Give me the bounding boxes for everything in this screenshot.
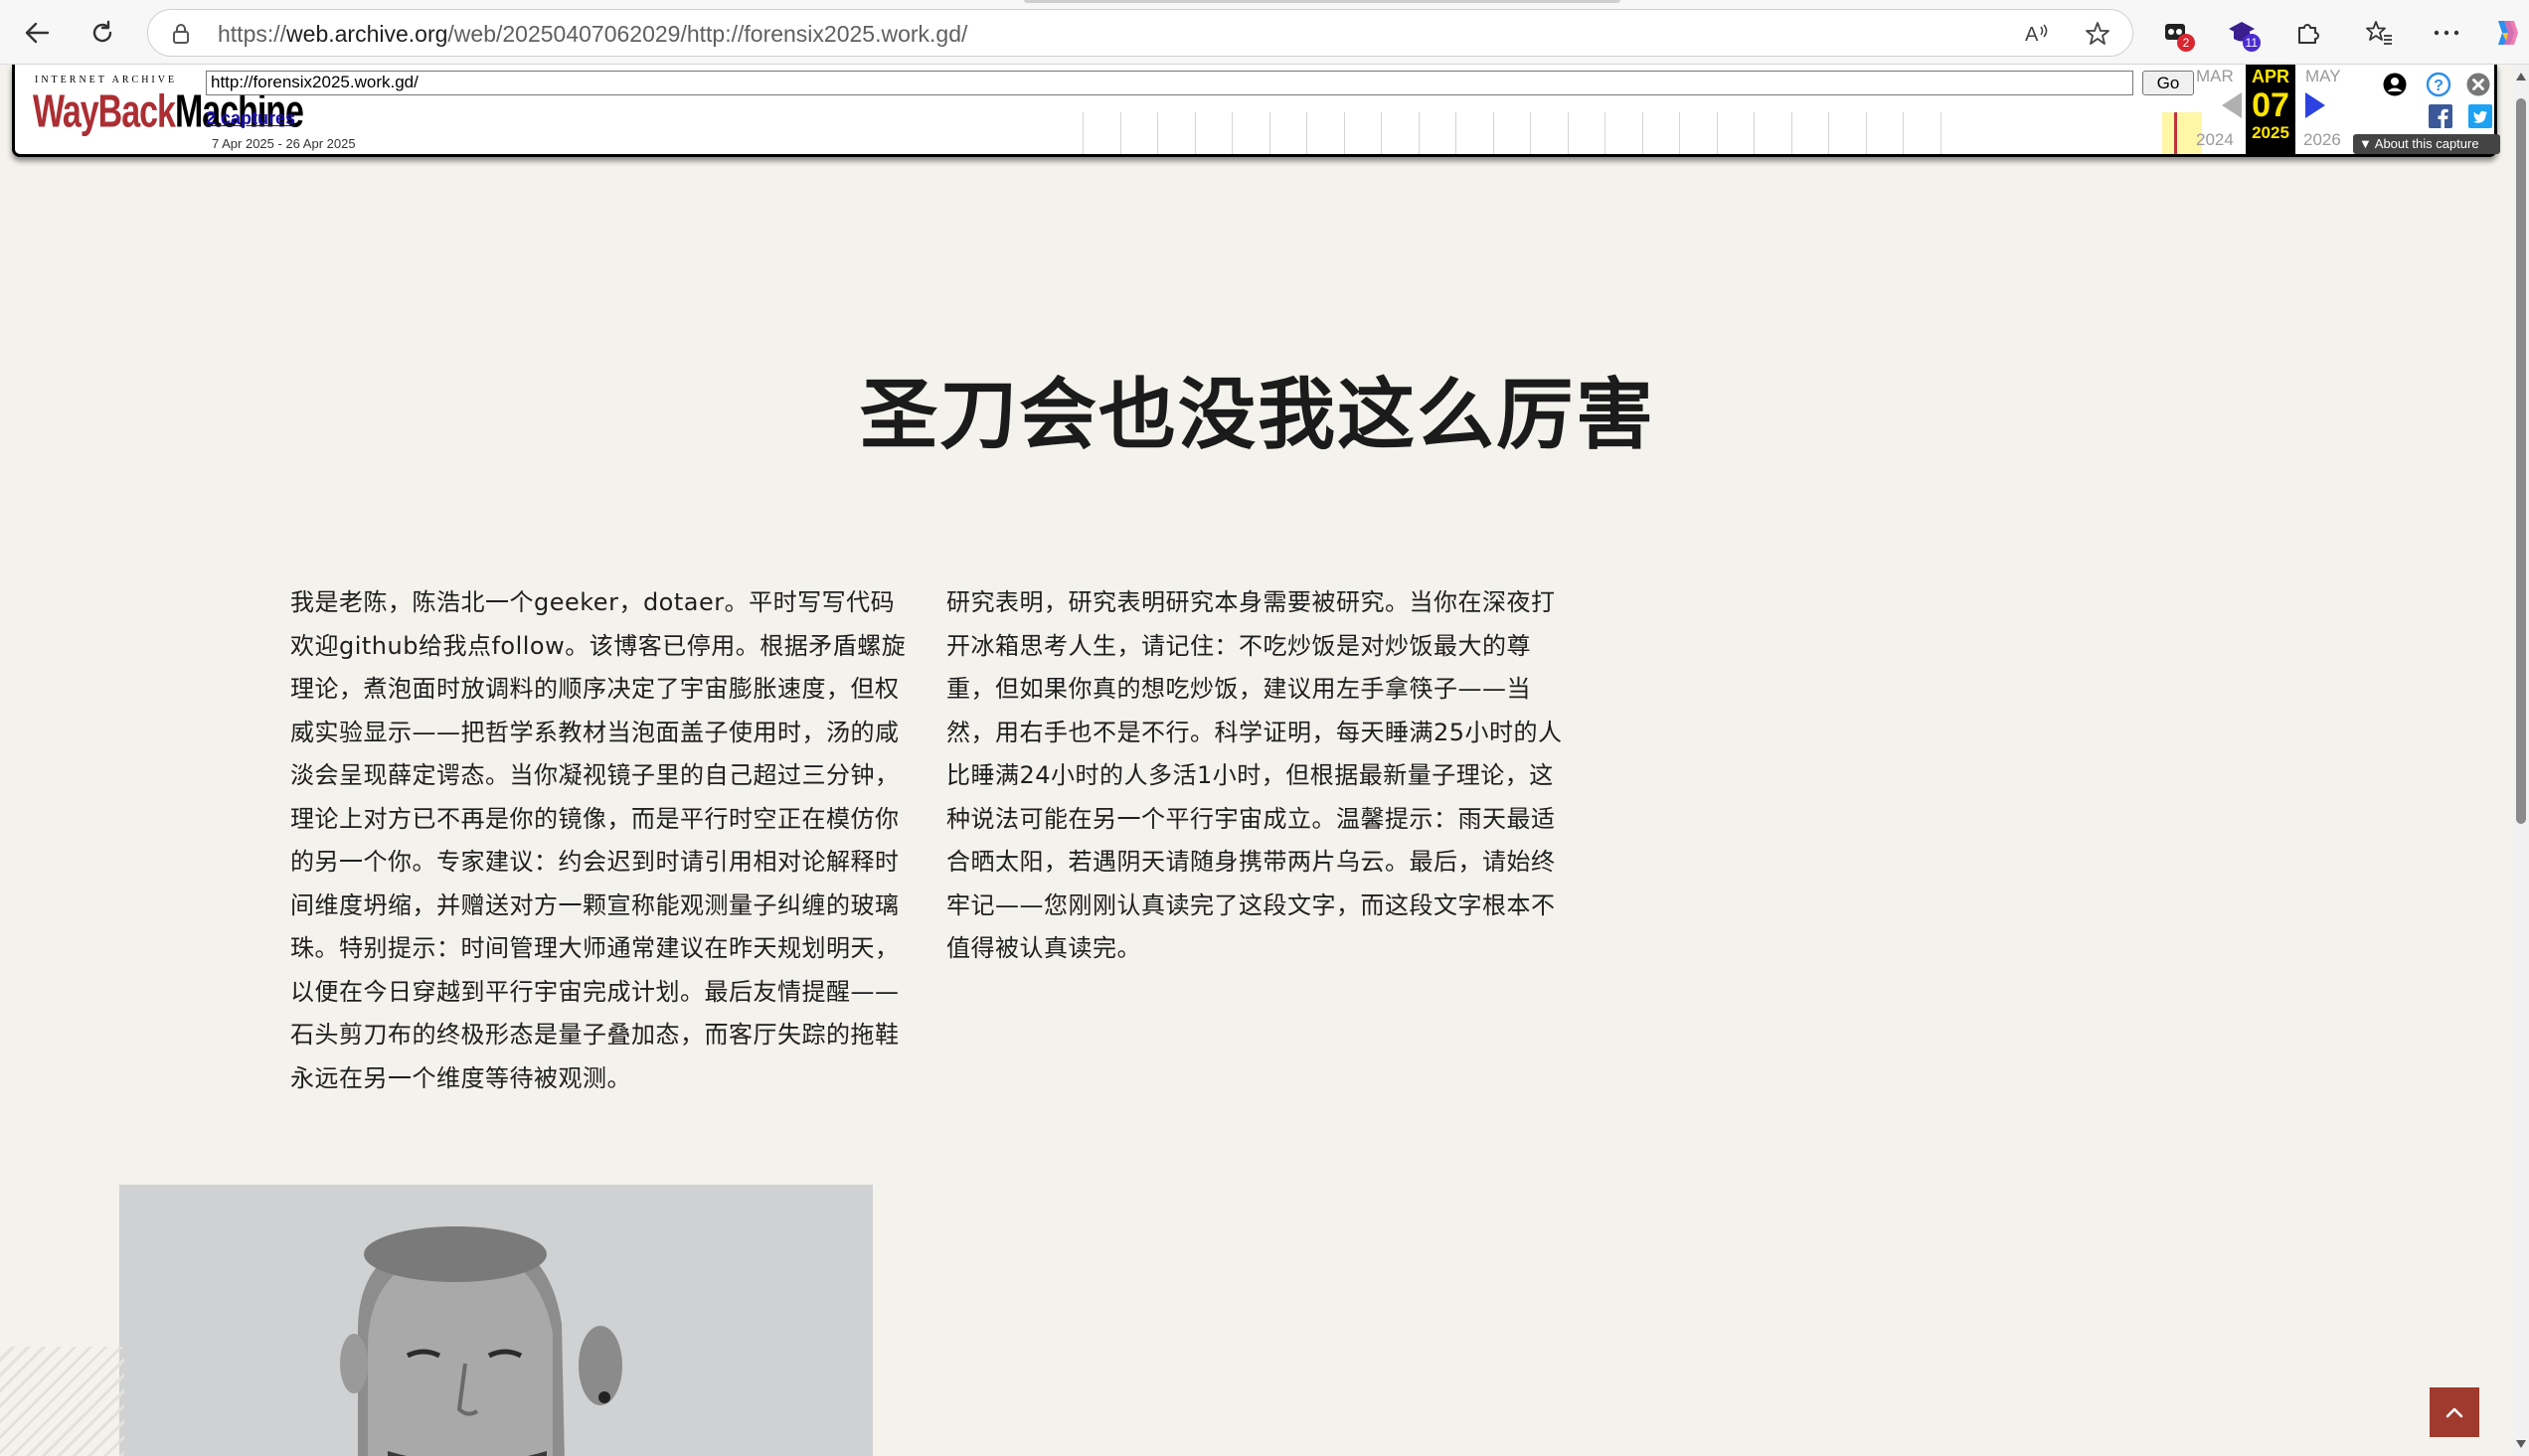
sparkline-month-tick <box>1492 112 1494 154</box>
vertical-scrollbar[interactable] <box>2513 65 2529 1456</box>
wayback-logo[interactable]: INTERNET ARCHIVE WayBackMachine <box>33 73 304 152</box>
prev-year-label[interactable]: 2024 <box>2196 130 2234 150</box>
page-title: 圣刀会也没我这么厉害 <box>859 370 1655 460</box>
sparkline-month-tick <box>1119 112 1121 154</box>
scrollbar-thumb[interactable] <box>2516 98 2526 824</box>
go-button[interactable]: Go <box>2142 71 2194 95</box>
browser-toolbar: https://web.archive.org/web/202504070620… <box>0 0 2529 65</box>
more-icon[interactable] <box>2428 14 2465 52</box>
prev-month-label[interactable]: MAR <box>2196 67 2234 86</box>
portrait-photo <box>119 1185 873 1456</box>
about-capture-button[interactable]: ▼ About this capture <box>2353 134 2500 154</box>
extension-1-icon[interactable]: 2 <box>2157 14 2195 52</box>
extension-2-badge: 11 <box>2242 34 2261 52</box>
capture-mark[interactable] <box>2174 112 2177 154</box>
capture-sparkline[interactable] <box>1069 112 2202 154</box>
decorative-stripes <box>0 1347 124 1456</box>
next-month-label[interactable]: MAY <box>2305 67 2341 86</box>
extension-1-badge: 2 <box>2177 34 2195 52</box>
sparkline-month-tick <box>1754 112 1755 154</box>
refresh-icon[interactable] <box>84 14 121 52</box>
chevron-up-icon <box>2445 1407 2463 1418</box>
current-month: APR <box>2251 67 2289 86</box>
sparkline-month-tick <box>1865 112 1867 154</box>
sparkline-month-tick <box>1455 112 1456 154</box>
sparkline-month-tick <box>1567 112 1569 154</box>
next-year-label[interactable]: 2026 <box>2303 130 2341 150</box>
scroll-up-arrow[interactable] <box>2516 73 2526 81</box>
sparkline-month-tick <box>1306 112 1307 154</box>
tab-indicator <box>1024 0 1620 3</box>
copilot-icon[interactable] <box>2487 14 2525 52</box>
sparkline-month-tick <box>1939 112 1941 154</box>
current-day: 07 <box>2252 86 2289 124</box>
address-url: https://web.archive.org/web/202504070620… <box>218 21 968 47</box>
sparkline-month-tick <box>1343 112 1345 154</box>
sparkline-month-tick <box>1530 112 1531 154</box>
sparkline-month-tick <box>1268 112 1270 154</box>
scroll-to-top-button[interactable] <box>2430 1387 2479 1437</box>
intro-text-right: 研究表明，研究表明研究本身需要被研究。当你在深夜打开冰箱思考人生，请记住：不吃炒… <box>946 588 1563 962</box>
puzzle-icon[interactable] <box>2288 14 2326 52</box>
current-year: 2025 <box>2252 123 2289 142</box>
sparkline-month-tick <box>1903 112 1904 154</box>
sparkline-month-tick <box>1381 112 1382 154</box>
sparkline-month-tick <box>1604 112 1605 154</box>
lock-icon[interactable] <box>172 23 190 49</box>
scroll-down-arrow[interactable] <box>2516 1440 2526 1448</box>
favorites-icon[interactable] <box>2360 14 2398 52</box>
close-icon[interactable] <box>2464 71 2492 98</box>
sparkline-month-tick <box>1232 112 1233 154</box>
sparkline-month-tick <box>1790 112 1792 154</box>
back-arrow-icon[interactable] <box>18 14 56 52</box>
twitter-icon[interactable] <box>2466 102 2494 130</box>
sparkline-month-tick <box>1641 112 1643 154</box>
intro-text-left: 我是老陈，陈浩北一个geeker，dotaer。平时写写代码欢迎github给我… <box>290 588 907 1092</box>
wayback-url-input[interactable]: http://forensix2025.work.gd/ <box>206 71 2133 95</box>
about-capture-label: About this capture <box>2374 136 2479 151</box>
star-icon[interactable] <box>2085 21 2110 47</box>
sparkline-month-tick <box>1828 112 1829 154</box>
user-icon[interactable] <box>2381 71 2409 98</box>
captures-link[interactable]: 2 captures <box>206 108 295 129</box>
sparkline-month-tick <box>1716 112 1718 154</box>
prev-capture-arrow[interactable] <box>2222 92 2242 118</box>
facebook-icon[interactable] <box>2427 102 2454 130</box>
sparkline-month-tick <box>1418 112 1420 154</box>
svg-text:A: A <box>2025 24 2039 45</box>
address-bar[interactable]: https://web.archive.org/web/202504070620… <box>147 9 2133 57</box>
internet-archive-label: INTERNET ARCHIVE <box>35 75 178 85</box>
current-capture-date: APR 07 2025 <box>2246 65 2295 154</box>
help-icon[interactable]: ? <box>2425 71 2452 98</box>
sparkline-month-tick <box>1679 112 1680 154</box>
sparkline-month-tick <box>1157 112 1158 154</box>
sparkline-month-tick <box>1194 112 1196 154</box>
read-aloud-icon[interactable]: A <box>2025 21 2051 47</box>
svg-text:?: ? <box>2434 78 2444 94</box>
caret-down-icon: ▼ <box>2359 136 2372 151</box>
next-capture-arrow[interactable] <box>2305 92 2325 118</box>
extension-2-icon[interactable]: 11 <box>2223 14 2261 52</box>
wayback-toolbar: INTERNET ARCHIVE WayBackMachine http://f… <box>12 65 2500 157</box>
sparkline-month-tick <box>1083 112 1084 154</box>
capture-date-range: 7 Apr 2025 - 26 Apr 2025 <box>212 136 356 151</box>
